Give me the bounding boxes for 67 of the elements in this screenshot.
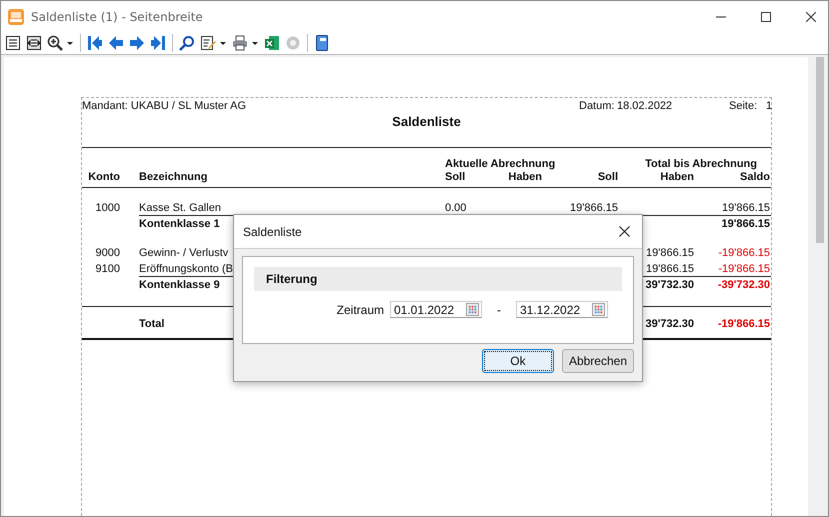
- table-cell: 19'866.15: [722, 202, 770, 214]
- column-group-header: Total bis Abrechnung: [645, 158, 757, 170]
- spreadsheet-icon[interactable]: [264, 35, 280, 51]
- zoom-icon[interactable]: [47, 35, 63, 51]
- table-cell: -19'866.15: [718, 318, 770, 330]
- caret-icon[interactable]: [66, 39, 74, 47]
- table-cell: 9100: [96, 263, 120, 275]
- caret-icon[interactable]: [219, 39, 227, 47]
- close-icon[interactable]: [806, 12, 816, 22]
- close-icon[interactable]: [619, 226, 630, 237]
- page-number: 1: [766, 100, 772, 112]
- column-header: Soll: [444, 171, 466, 183]
- edit-document-icon[interactable]: [200, 35, 216, 51]
- table-cell: Total: [139, 318, 164, 330]
- scrollbar-thumb[interactable]: [816, 57, 824, 243]
- table-cell: -39'732.30: [718, 279, 770, 291]
- column-header: Haben: [507, 171, 542, 183]
- table-cell: Kasse St. Gallen: [139, 202, 221, 214]
- book-icon[interactable]: [314, 35, 330, 51]
- table-cell: 1000: [96, 202, 120, 214]
- calendar-icon[interactable]: [592, 303, 605, 316]
- table-cell: 39'732.30: [646, 318, 694, 330]
- report-title: Saldenliste: [392, 114, 461, 129]
- column-header: Soll: [596, 171, 618, 183]
- cancel-button[interactable]: Abbrechen: [562, 349, 634, 373]
- range-separator: -: [496, 302, 502, 316]
- client-text: Mandant: UKABU / SL Muster AG: [82, 100, 248, 112]
- first-page-icon[interactable]: [87, 35, 103, 51]
- caret-icon[interactable]: [251, 39, 259, 47]
- printer-icon[interactable]: [232, 35, 248, 51]
- table-cell: 39'732.30: [646, 279, 694, 291]
- table-cell: Kontenklasse 1: [139, 218, 220, 230]
- page-icon[interactable]: [5, 35, 21, 51]
- date-field[interactable]: 31.12.2022: [516, 301, 608, 318]
- column-header: Saldo: [739, 171, 770, 183]
- table-cell: 19'866.15: [646, 247, 694, 259]
- last-page-icon[interactable]: [150, 35, 166, 51]
- date-text: 18.02.2022: [617, 100, 674, 112]
- column-header: Haben: [659, 171, 694, 183]
- ok-button[interactable]: Ok: [482, 349, 554, 373]
- date-field[interactable]: 01.01.2022: [390, 301, 482, 318]
- column-group-header: Aktuelle Abrechnung: [445, 158, 556, 170]
- period-label: Zeitraum: [336, 302, 384, 316]
- column-header: Konto: [87, 171, 121, 183]
- table-cell: 19'866.15: [646, 263, 694, 275]
- table-cell: -19'866.15: [718, 247, 770, 259]
- previous-icon[interactable]: [108, 35, 124, 51]
- window-title: Saldenliste (1) - Seitenbreite: [31, 10, 203, 24]
- column-header: Bezeichnung: [138, 171, 208, 183]
- search-icon[interactable]: [179, 35, 195, 51]
- table-cell: 9000: [96, 247, 120, 259]
- table-cell: -19'866.15: [718, 263, 770, 275]
- table-cell: 19'866.15: [570, 202, 618, 214]
- table-cell: 19'866.15: [722, 218, 770, 230]
- table-cell: Gewinn- / Verlustv: [139, 247, 228, 259]
- table-cell: Eröffnungskonto (B: [139, 263, 233, 275]
- next-icon[interactable]: [129, 35, 145, 51]
- date-label: Datum:: [579, 100, 616, 112]
- app-icon: [8, 8, 24, 24]
- page-label: Seite:: [729, 100, 758, 112]
- section-header: Filterung: [254, 267, 622, 291]
- calendar-icon[interactable]: [466, 303, 479, 316]
- maximize-icon[interactable]: [761, 12, 771, 22]
- fit-width-icon[interactable]: [26, 35, 42, 51]
- dialog-title: Saldenliste: [243, 224, 302, 238]
- table-cell: Kontenklasse 9: [139, 279, 220, 291]
- table-cell: 0.00: [445, 202, 466, 214]
